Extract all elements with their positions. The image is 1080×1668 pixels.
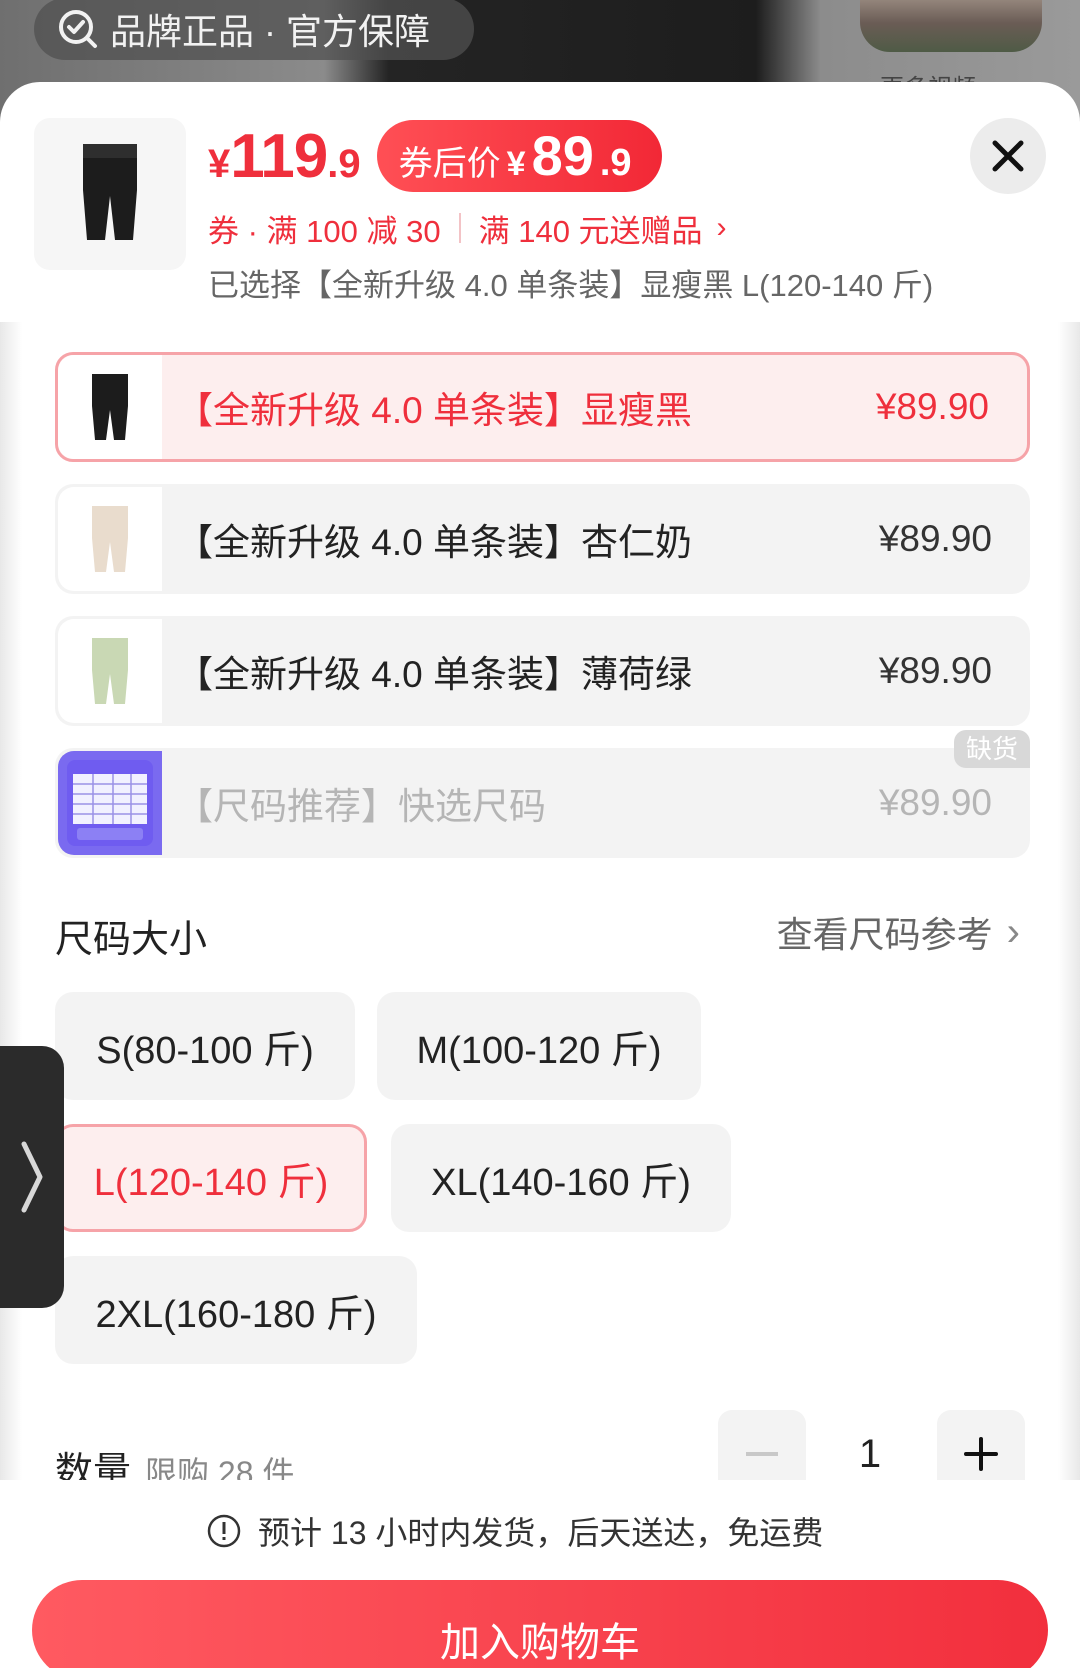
add-to-cart-button[interactable]: 加入购物车: [32, 1580, 1048, 1668]
coupon-price-integer: 89: [531, 124, 594, 187]
size-option-2xl[interactable]: 2XL(160-180 斤): [55, 1256, 417, 1364]
out-of-stock-badge: 缺货: [953, 730, 1030, 768]
variant-thumbnail: [58, 619, 162, 723]
variant-thumbnail: [58, 751, 162, 855]
color-variant-list: 【全新升级 4.0 单条装】显瘦黑 ¥89.90 【全新升级 4.0 单条装】杏…: [55, 352, 1030, 880]
size-option-label: S(80-100 斤): [96, 1029, 314, 1072]
coupon-price-label: 券后价: [398, 145, 501, 183]
close-button[interactable]: [970, 118, 1046, 194]
size-reference-link[interactable]: 查看尺码参考 ›: [777, 906, 1020, 958]
coupon-price-decimal: .9: [599, 142, 632, 184]
price-decimal: .9: [327, 141, 361, 186]
side-drawer-handle[interactable]: [0, 1046, 64, 1308]
sheet-edge-left: [0, 322, 22, 1562]
gift-promo-text: 满 140 元送赠品: [478, 213, 703, 249]
chevron-right-icon: [21, 1141, 43, 1213]
size-option-l[interactable]: L(120-140 斤): [55, 1124, 367, 1232]
chevron-right-icon: ›: [1006, 909, 1020, 954]
variant-option-almond[interactable]: 【全新升级 4.0 单条装】杏仁奶 ¥89.90: [55, 484, 1030, 594]
plus-icon: [964, 1437, 998, 1471]
variant-name: 【全新升级 4.0 单条装】杏仁奶: [176, 522, 692, 563]
variant-option-mint[interactable]: 【全新升级 4.0 单条装】薄荷绿 ¥89.90: [55, 616, 1030, 726]
size-option-label: L(120-140 斤): [93, 1161, 329, 1204]
variant-option-size-guide[interactable]: 【尺码推荐】快选尺码 ¥89.90 缺货: [55, 730, 1030, 858]
coupon-promo-text: 券 · 满 100 减 30: [208, 213, 441, 249]
variant-price: ¥89.90: [878, 518, 992, 559]
shapewear-almond-image: [92, 506, 128, 572]
size-option-label: 2XL(160-180 斤): [95, 1293, 377, 1336]
size-option-s[interactable]: S(80-100 斤): [55, 992, 355, 1100]
search-check-icon: [59, 10, 97, 48]
chevron-right-icon: ›: [716, 211, 727, 244]
size-chart-image: [67, 760, 153, 846]
variant-price: ¥89.90: [878, 782, 992, 823]
original-price: ¥ 119 .9: [208, 121, 361, 192]
size-option-xl[interactable]: XL(140-160 斤): [391, 1124, 731, 1232]
variant-name: 【全新升级 4.0 单条装】薄荷绿: [176, 654, 692, 695]
minus-icon: [746, 1452, 778, 1456]
background-video-thumbnail[interactable]: [860, 0, 1042, 52]
close-icon: [992, 140, 1024, 172]
variant-thumbnail: [58, 487, 162, 591]
shipping-note-text: 预计 13 小时内发货，后天送达，免运费: [258, 1515, 824, 1551]
price-row: ¥ 119 .9 券后价 ¥ 89 .9: [208, 116, 662, 196]
product-thumbnail[interactable]: [34, 118, 186, 270]
promotion-row[interactable]: 券 · 满 100 减 30 满 140 元送赠品 ›: [208, 204, 727, 252]
brand-guarantee-badge: 品牌正品 · 官方保障: [34, 0, 474, 60]
variant-thumbnail: [58, 355, 162, 459]
variant-option-black[interactable]: 【全新升级 4.0 单条装】显瘦黑 ¥89.90: [55, 352, 1030, 462]
size-section-title: 尺码大小: [55, 919, 208, 961]
variant-price: ¥89.90: [875, 386, 989, 427]
quantity-value[interactable]: 1: [820, 1432, 920, 1477]
coupon-price-badge: 券后价 ¥ 89 .9: [376, 120, 662, 192]
price-symbol: ¥: [208, 141, 231, 186]
variant-price: ¥89.90: [878, 650, 992, 691]
size-option-m[interactable]: M(100-120 斤): [377, 992, 701, 1100]
shapewear-black-image: [83, 144, 137, 240]
info-icon: [207, 1514, 241, 1548]
size-reference-text: 查看尺码参考: [776, 914, 993, 955]
sheet-edge-right: [1058, 322, 1080, 1562]
shapewear-mint-image: [92, 638, 128, 704]
shapewear-black-image: [92, 374, 128, 440]
variant-name: 【全新升级 4.0 单条装】显瘦黑: [176, 390, 692, 431]
shipping-note: 预计 13 小时内发货，后天送达，免运费: [206, 1508, 823, 1554]
selected-sku-text: 已选择【全新升级 4.0 单条装】显瘦黑 L(120-140 斤): [208, 268, 934, 303]
size-option-label: XL(140-160 斤): [431, 1161, 691, 1204]
coupon-price-symbol: ¥: [506, 145, 526, 183]
promo-divider: [458, 213, 461, 243]
brand-guarantee-text: 品牌正品 · 官方保障: [110, 11, 430, 52]
price-integer: 119: [230, 121, 328, 191]
variant-name: 【尺码推荐】快选尺码: [176, 786, 546, 827]
size-option-label: M(100-120 斤): [416, 1029, 662, 1072]
